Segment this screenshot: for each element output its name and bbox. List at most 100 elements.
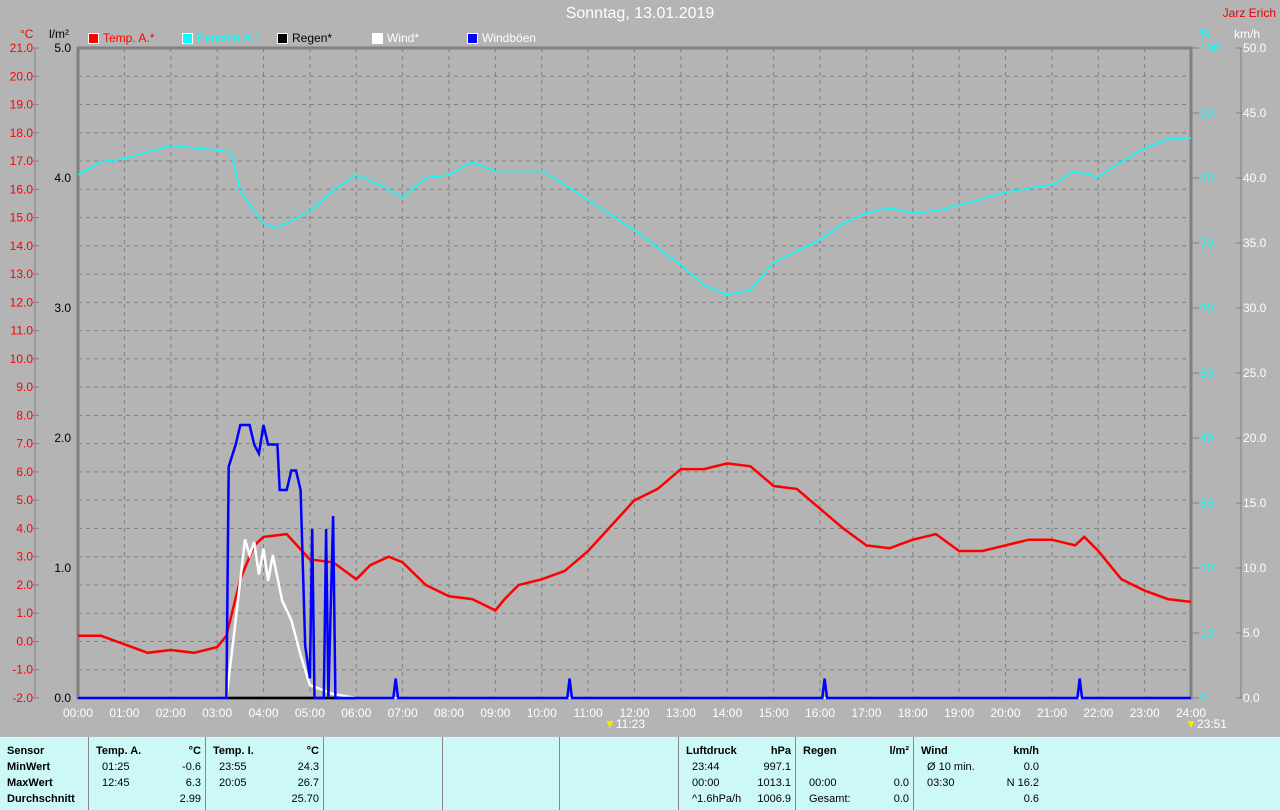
wind-tick-label: 20.0 [1243, 431, 1267, 445]
cell-value: N 16.2 [1006, 777, 1039, 789]
temp-tick-label: 12.0 [10, 295, 34, 309]
cell-time: 12:45 [102, 777, 130, 789]
x-tick-label: 14:00 [712, 706, 742, 720]
wind-tick-label: 10.0 [1243, 561, 1267, 575]
temp-tick-label: 17.0 [10, 154, 34, 168]
legend-item: Wind* [372, 31, 419, 45]
cell-value: 24.3 [297, 761, 319, 773]
column-unit: l/m² [889, 745, 909, 757]
column-title: Temp. I. [213, 745, 254, 757]
row-label: MaxWert [7, 777, 53, 789]
summary-panel: Sensor MinWert MaxWert Durchschnitt Temp… [0, 737, 1280, 810]
sensor-label-column: Sensor MinWert MaxWert Durchschnitt [0, 737, 88, 810]
temp-tick-label: 4.0 [16, 521, 33, 535]
cell-value: 2.99 [179, 793, 201, 805]
rain-tick-label: 4.0 [54, 171, 71, 185]
column-unit: km/h [1013, 745, 1039, 757]
summary-column: Temp. I. °C 23:55 24.3 20:05 26.7 25.70 [205, 737, 323, 810]
wind-unit: km/h [1234, 27, 1261, 41]
temp-tick-label: 20.0 [10, 69, 34, 83]
cell-value: 997.1 [763, 761, 791, 773]
rain-tick-label: 3.0 [54, 301, 71, 315]
wind-tick-label: 5.0 [1243, 626, 1260, 640]
weather-chart: 21.0 20.0 19.0 18.0 17.0 16.0 15.0 14.0 13.0 12.0… [10, 41, 1267, 720]
x-tick-label: 10:00 [527, 706, 557, 720]
summary-column: Wind km/h Ø 10 min. 0.0 03:30 N 16.2 0.6 [913, 737, 1043, 810]
temp-tick-label: 10.0 [10, 352, 34, 366]
humidity-tick-label: 60 [1200, 301, 1214, 315]
cell-time: 00:00 [809, 777, 837, 789]
legend-label: Temp. A.* [103, 31, 155, 45]
wind-tick-label: 25.0 [1243, 366, 1267, 380]
cell-time: 20:05 [219, 777, 247, 789]
humidity-unit: % [1199, 27, 1210, 41]
summary-column: Luftdruck hPa 23:44 997.1 00:00 1013.1 ^1.6hPa… [678, 737, 795, 810]
sunset-marker: ▼23:51 [1185, 717, 1227, 731]
temp-tick-label: 21.0 [10, 41, 34, 55]
x-tick-label: 03:00 [202, 706, 232, 720]
temp-tick-label: 11.0 [11, 324, 34, 338]
empty-column [559, 737, 678, 810]
summary-column: Regen l/m² 00:00 0.0 Gesamt: 0.0 [795, 737, 913, 810]
sunrise-marker: ▼11:23 [604, 717, 645, 731]
column-unit: °C [306, 745, 319, 757]
x-tick-label: 11:00 [574, 706, 603, 720]
wind-tick-label: 50.0 [1243, 41, 1267, 55]
rain-tick-label: 0.0 [54, 691, 71, 705]
row-label: MinWert [7, 761, 51, 773]
temp-tick-label: -1.0 [12, 663, 33, 677]
x-tick-label: 08:00 [434, 706, 464, 720]
sun-icon: ▼ [604, 717, 616, 731]
legend-swatch [182, 32, 193, 44]
x-tick-label: 23:00 [1130, 706, 1160, 720]
chart-title: Sonntag, 13.01.2019 [565, 5, 715, 22]
wind-tick-label: 40.0 [1243, 171, 1267, 185]
x-tick-label: 07:00 [388, 706, 418, 720]
temp-tick-label: 3.0 [16, 550, 33, 564]
cell-value: 0.0 [893, 777, 909, 789]
empty-column [442, 737, 559, 810]
legend-label: Wind* [387, 31, 420, 45]
temp-tick-label: 5.0 [16, 493, 33, 507]
legend-label: Regen* [292, 31, 333, 45]
temp-tick-label: 8.0 [16, 408, 33, 422]
rain-tick-label: 5.0 [54, 41, 71, 55]
x-tick-label: 15:00 [759, 706, 789, 720]
x-tick-label: 02:00 [156, 706, 186, 720]
humidity-tick-label: 100 [1200, 41, 1220, 55]
humidity-tick-label: 70 [1200, 236, 1214, 250]
temp-tick-label: 16.0 [10, 182, 34, 196]
cell-value: 1006.9 [757, 793, 791, 805]
cell-time: 03:30 [927, 777, 955, 789]
humidity-tick-label: 40 [1200, 431, 1214, 445]
x-tick-label: 21:00 [1037, 706, 1067, 720]
humidity-tick-label: 50 [1200, 366, 1214, 380]
cell-value: 1013.1 [757, 777, 791, 789]
marker-label: 23:51 [1196, 717, 1227, 731]
summary-column: Temp. A. °C 01:25 -0.6 12:45 6.3 2.99 [88, 737, 205, 810]
legend-item: Windböen [467, 31, 536, 45]
humidity-tick-label: 30 [1200, 496, 1214, 510]
cell-value: 25.70 [291, 793, 319, 805]
row-label: Durchschnitt [7, 793, 75, 805]
x-tick-label: 05:00 [295, 706, 325, 720]
legend-swatch [88, 32, 99, 44]
column-title: Wind [921, 745, 948, 757]
marker-label: 11:23 [615, 717, 646, 731]
temp-unit: °C [20, 27, 34, 41]
empty-column [323, 737, 442, 810]
legend-swatch [467, 32, 478, 44]
cell-time: 23:55 [219, 761, 247, 773]
temp-tick-label: 6.0 [16, 465, 33, 479]
temp-tick-label: 14.0 [10, 239, 34, 253]
humidity-tick-label: 90 [1200, 106, 1214, 120]
rain-tick-label: 2.0 [54, 431, 71, 445]
cell-time: 01:25 [102, 761, 130, 773]
x-tick-label: 18:00 [898, 706, 928, 720]
author-label: Jarz Erich [1222, 6, 1276, 20]
legend-label: Windböen [482, 31, 537, 45]
temp-tick-label: 2.0 [16, 578, 33, 592]
rain-unit: l/m² [49, 27, 69, 41]
legend-swatch [372, 32, 383, 44]
wind-tick-label: 45.0 [1243, 106, 1267, 120]
